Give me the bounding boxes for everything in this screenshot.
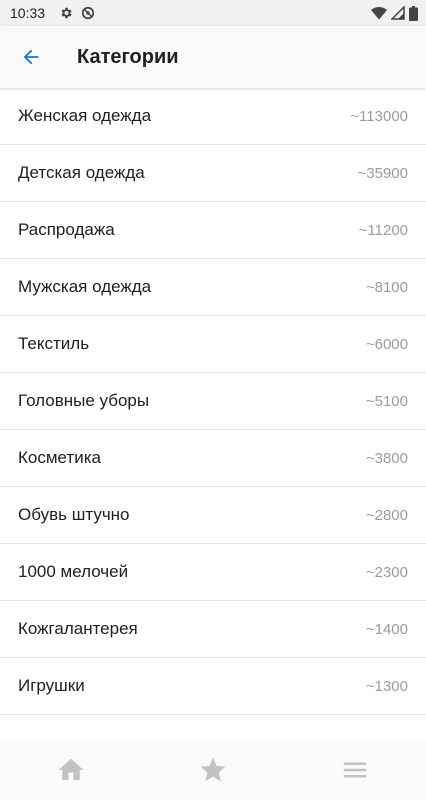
category-row[interactable]: Игрушки ~1300	[0, 658, 426, 715]
category-name: Детская одежда	[18, 163, 145, 182]
category-name: Косметика	[18, 448, 101, 467]
status-bar: 10:33	[0, 0, 426, 26]
category-row[interactable]: 1000 мелочей ~2300	[0, 544, 426, 601]
category-count: ~113000	[350, 107, 408, 125]
category-name: Текстиль	[18, 334, 90, 353]
category-row[interactable]: Мужская одежда ~8100	[0, 259, 426, 316]
home-icon	[58, 758, 84, 780]
bottom-nav	[0, 740, 426, 800]
category-row[interactable]: Детская одежда ~35900	[0, 145, 426, 202]
page-title: Категории	[77, 45, 179, 68]
status-left-icons	[59, 6, 95, 20]
category-name: Обувь штучно	[18, 505, 130, 524]
category-name: 1000 мелочей	[18, 562, 129, 581]
status-time: 10:33	[10, 5, 46, 21]
status-right-icons	[371, 0, 418, 26]
category-name: Головные уборы	[18, 391, 150, 410]
category-name: Кожгалантерея	[18, 619, 138, 638]
category-count: ~8100	[365, 278, 408, 296]
battery-icon	[409, 5, 418, 21]
category-count: ~3800	[365, 449, 408, 467]
category-count: ~35900	[357, 164, 408, 182]
category-name: Мужская одежда	[18, 277, 152, 296]
category-count: ~1300	[365, 677, 408, 695]
category-row[interactable]: Головные уборы ~5100	[0, 373, 426, 430]
category-count: ~2800	[365, 506, 408, 524]
category-row[interactable]: Кожгалантерея ~1400	[0, 601, 426, 658]
category-row-partial[interactable]	[0, 715, 426, 740]
category-count: ~1400	[365, 620, 408, 638]
sync-disabled-icon	[81, 6, 95, 20]
app-bar: Категории	[0, 26, 426, 88]
nav-favorites-button[interactable]	[183, 745, 243, 795]
nav-home-button[interactable]	[41, 745, 101, 795]
nav-menu-button[interactable]	[325, 745, 385, 795]
settings-icon	[61, 7, 72, 19]
arrow-back-icon	[23, 49, 39, 65]
category-name: Женская одежда	[18, 106, 152, 125]
category-row[interactable]: Текстиль ~6000	[0, 316, 426, 373]
signal-icon	[391, 6, 405, 20]
wifi-icon	[371, 6, 387, 20]
category-count: ~5100	[365, 392, 408, 410]
category-count: ~2300	[365, 563, 408, 581]
category-row[interactable]: Косметика ~3800	[0, 430, 426, 487]
category-name: Игрушки	[18, 676, 85, 695]
category-count: ~11200	[358, 221, 408, 239]
category-row[interactable]: Обувь штучно ~2800	[0, 487, 426, 544]
star-icon	[200, 757, 226, 782]
category-name: Распродажа	[18, 220, 115, 239]
back-button[interactable]	[15, 41, 47, 73]
category-count: ~6000	[365, 335, 408, 353]
category-row[interactable]: Распродажа ~11200	[0, 202, 426, 259]
category-list: Женская одежда ~113000 Детская одежда ~3…	[0, 88, 426, 740]
menu-icon	[343, 762, 367, 778]
category-row[interactable]: Женская одежда ~113000	[0, 88, 426, 145]
